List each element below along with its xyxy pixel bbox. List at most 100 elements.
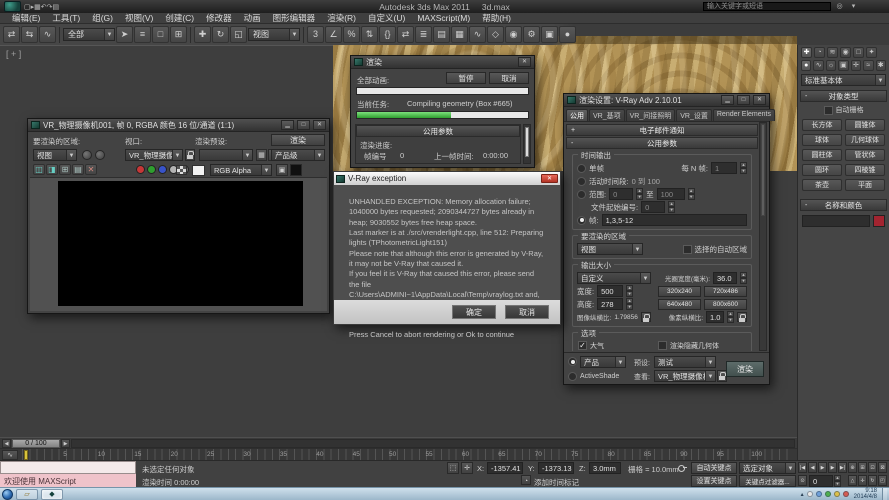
menu-item-item[interactable]: 视图(V) [119, 12, 159, 24]
frames-field[interactable]: 1,3,5-12 [602, 214, 747, 226]
activeshade-radio[interactable] [568, 372, 577, 381]
align-icon[interactable]: ≣ [415, 26, 432, 43]
menu-item-item[interactable]: 组(G) [86, 12, 119, 24]
go-to-end-button[interactable]: ▶| [838, 462, 847, 473]
minimize-button[interactable]: ▁ [281, 120, 294, 130]
new-scene-icon[interactable]: ▢ [24, 4, 31, 11]
angle-snap-icon[interactable]: ∠ [325, 26, 342, 43]
cancel-button[interactable]: 取消 [489, 72, 529, 84]
green-channel-icon[interactable] [147, 165, 156, 174]
select-scale-icon[interactable]: ◱ [230, 26, 247, 43]
object-name-field[interactable] [802, 215, 870, 227]
primitive-button[interactable]: 平面 [845, 179, 885, 191]
primitive-button[interactable]: 几何球体 [845, 134, 885, 146]
play-button[interactable]: ▶ [818, 462, 827, 473]
tick-item[interactable]: 50 [386, 451, 400, 458]
object-color-swatch[interactable] [873, 215, 885, 227]
y-coordinate-field[interactable]: -1373.13 [538, 462, 574, 474]
primitive-button[interactable]: 球体 [802, 134, 842, 146]
save-image-icon[interactable]: ◫ [33, 164, 45, 175]
snap-toggle-icon[interactable]: 3 [307, 26, 324, 43]
render-production-icon[interactable]: ● [559, 26, 576, 43]
zoom-icon[interactable]: ⊕ [848, 462, 857, 473]
render-preset-dropdown[interactable]: ▼ [199, 149, 253, 161]
edit-named-selection-sets-icon[interactable]: {} [379, 26, 396, 43]
area-dropdown[interactable]: 视图▼ [33, 149, 77, 161]
preset-800x600-button[interactable]: 800x600 [704, 299, 747, 310]
object-class-dropdown[interactable]: 标准基本体▼ [801, 74, 886, 86]
render-mode-dropdown[interactable]: 产品级▼ [271, 149, 325, 161]
menu-item-item[interactable]: 编辑(E) [6, 12, 46, 24]
time-slider-track[interactable] [71, 439, 795, 448]
track-bar[interactable]: ∿ 51015202530354045505560657075808590951… [0, 448, 797, 460]
tick-item[interactable]: 55 [422, 451, 436, 458]
utilities-tab-icon[interactable]: ✦ [866, 47, 877, 58]
range-to-field[interactable]: 100 [657, 188, 685, 200]
clear-color-swatch[interactable] [192, 165, 205, 176]
selection-filter-dropdown[interactable]: 全部▼ [63, 28, 115, 41]
rendered-image[interactable] [58, 181, 303, 306]
maxscript-mini-listener-input[interactable] [0, 461, 136, 474]
close-button[interactable]: ✕ [753, 95, 766, 105]
menu-item-item[interactable]: 帮助(H) [476, 12, 517, 24]
preset-dropdown[interactable]: 测试▼ [654, 356, 716, 368]
tick-item[interactable]: 45 [349, 451, 363, 458]
vfb-title-bar[interactable]: VR_物理摄像机001, 帧 0, RGBA 颜色 16 位/通道 (1:1) … [28, 119, 329, 132]
menu-item-item[interactable]: 工具(T) [46, 12, 86, 24]
range-radio[interactable] [577, 190, 586, 199]
toggle-ui-icon[interactable]: ▣ [276, 164, 288, 176]
range-to-spinner[interactable]: ▲▼ [688, 188, 695, 200]
pan-icon[interactable]: ✛ [858, 475, 867, 486]
next-frame-arrow[interactable]: ▶ [61, 439, 70, 448]
volume-icon[interactable] [843, 491, 849, 497]
image-aspect-lock-icon[interactable] [641, 312, 651, 322]
render-button[interactable]: 渲染 [271, 134, 325, 146]
tick-item[interactable]: 65 [495, 451, 509, 458]
progress-scrollbar[interactable] [523, 124, 531, 164]
tick-item[interactable]: 10 [94, 451, 108, 458]
render-setup-scrollbar[interactable] [759, 122, 767, 351]
previous-frame-arrow[interactable]: ◀ [2, 439, 11, 448]
autogrid-checkbox[interactable] [824, 106, 833, 115]
lights-category-icon[interactable]: ☼ [826, 60, 836, 71]
x-coordinate-field[interactable]: -1357.41 [487, 462, 523, 474]
rendered-frame-window-icon[interactable]: ▣ [541, 26, 558, 43]
primitive-button[interactable]: 圆柱体 [802, 149, 842, 161]
percent-snap-icon[interactable]: % [343, 26, 360, 43]
create-tab-icon[interactable]: ✚ [801, 47, 812, 58]
material-editor-icon[interactable]: ◉ [505, 26, 522, 43]
ok-button[interactable]: 确定 [452, 305, 496, 319]
zoom-all-icon[interactable]: ⊞ [858, 462, 867, 473]
file-start-spinner[interactable]: ▲▼ [668, 201, 675, 213]
render-setup-title-bar[interactable]: 渲染设置: V-Ray Adv 2.10.01 ▁ □ ✕ [564, 94, 769, 107]
previous-frame-button[interactable]: ◀ [808, 462, 817, 473]
clone-window-icon[interactable]: ⊞ [59, 164, 71, 175]
tick-item[interactable]: 5 [58, 451, 72, 458]
primitive-button[interactable]: 四棱锥 [845, 164, 885, 176]
view-dropdown[interactable]: VR_物理摄像机0▼ [654, 370, 716, 382]
tick-item[interactable]: 75 [568, 451, 582, 458]
unlink-selection-icon[interactable]: ⇆ [21, 26, 38, 43]
tab-5[interactable]: Render Elements [713, 109, 775, 121]
select-move-icon[interactable]: ✚ [194, 26, 211, 43]
motion-tab-icon[interactable]: ◉ [840, 47, 851, 58]
pixel-aspect-field[interactable]: 1.0 [706, 311, 724, 323]
height-spinner[interactable]: ▲▼ [626, 298, 633, 310]
time-slider-handle[interactable]: 0 / 100 [12, 439, 60, 448]
modify-tab-icon[interactable]: ◔ [814, 47, 825, 58]
zoom-extents-icon[interactable]: ⊡ [868, 462, 877, 473]
file-start-field[interactable]: 0 [641, 201, 665, 213]
next-frame-button[interactable]: ▶ [828, 462, 837, 473]
key-mode-toggle[interactable]: ⊙ [798, 475, 807, 486]
render-setup-icon[interactable]: ⚙ [523, 26, 540, 43]
cameras-category-icon[interactable]: ▣ [838, 60, 848, 71]
production-dropdown[interactable]: 产品▼ [580, 356, 626, 368]
select-and-link-icon[interactable]: ⇄ [3, 26, 20, 43]
width-field[interactable]: 500 [597, 285, 623, 297]
height-field[interactable]: 278 [597, 298, 623, 310]
3dsmax-taskbar-icon[interactable]: ◆ [41, 489, 63, 500]
channel-display-dropdown[interactable]: RGB Alpha▼ [210, 164, 272, 176]
frames-radio[interactable] [577, 216, 586, 225]
select-rotate-icon[interactable]: ↻ [212, 26, 229, 43]
tick-item[interactable]: 90 [677, 451, 691, 458]
